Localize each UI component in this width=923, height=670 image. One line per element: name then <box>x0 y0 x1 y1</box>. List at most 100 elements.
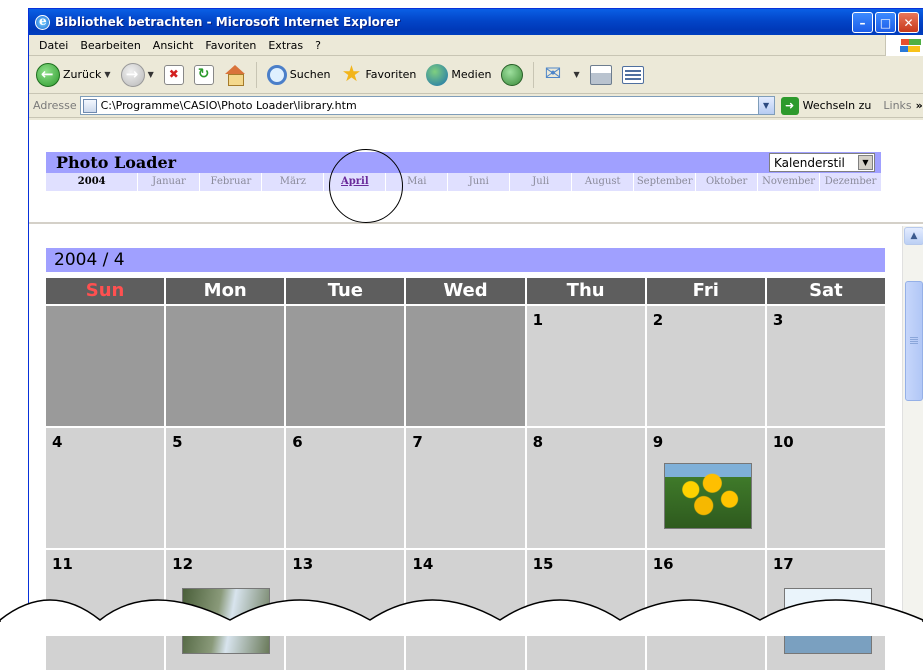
mail-icon <box>544 61 570 85</box>
weekday-sat: Sat <box>766 278 885 304</box>
links-toolbar[interactable]: Links <box>883 99 911 112</box>
day-cell-1[interactable]: 1 <box>526 306 645 426</box>
weekday-thu: Thu <box>526 278 645 304</box>
day-number: 14 <box>412 555 434 573</box>
windows-flag-icon <box>885 35 923 56</box>
menu-help[interactable]: ? <box>309 39 327 52</box>
month-link-september[interactable]: September <box>634 173 697 191</box>
toolbar: Zurück ▼ ▼ Suchen ★ Favoriten Medien ▼ <box>29 56 923 94</box>
scroll-thumb[interactable] <box>905 281 923 401</box>
day-number: 17 <box>772 555 794 573</box>
back-label: Zurück <box>63 68 102 81</box>
search-button[interactable]: Suchen <box>264 64 334 85</box>
day-cell-3[interactable]: 3 <box>766 306 885 426</box>
day-cell-2[interactable]: 2 <box>646 306 765 426</box>
day-number: 15 <box>532 555 554 573</box>
menu-extras[interactable]: Extras <box>262 39 309 52</box>
day-number: 2 <box>652 311 664 329</box>
day-number: 4 <box>52 433 63 451</box>
view-style-select[interactable]: Kalenderstil ▼ <box>769 153 875 172</box>
day-cell-4[interactable]: 4 <box>46 428 165 548</box>
go-label: Wechseln zu <box>802 99 872 112</box>
address-input[interactable]: C:\Programme\CASIO\Photo Loader\library.… <box>79 96 775 115</box>
links-more-icon[interactable]: » <box>916 99 923 112</box>
title-bar[interactable]: Bibliothek betrachten - Microsoft Intern… <box>29 9 923 35</box>
month-link-juni[interactable]: Juni <box>448 173 511 191</box>
day-cell-8[interactable]: 8 <box>526 428 645 548</box>
toolbar-separator <box>255 61 257 88</box>
scroll-up-icon[interactable]: ▲ <box>904 227 923 245</box>
forward-arrow-icon <box>120 62 145 87</box>
month-link-november[interactable]: November <box>758 173 821 191</box>
window-controls: – □ ✕ <box>852 12 919 33</box>
media-icon <box>426 63 449 86</box>
home-button[interactable] <box>221 64 249 86</box>
minimize-button[interactable]: – <box>852 12 873 33</box>
menu-datei[interactable]: Datei <box>33 39 74 52</box>
weekday-wed: Wed <box>406 278 525 304</box>
media-label: Medien <box>451 68 492 81</box>
day-cell-empty <box>406 306 525 426</box>
header-frame: Photo Loader Kalenderstil ▼ 2004 Januar … <box>29 120 923 224</box>
day-cell-7[interactable]: 7 <box>406 428 525 548</box>
menu-bar: Datei Bearbeiten Ansicht Favoriten Extra… <box>29 35 923 56</box>
day-cell-empty <box>166 306 285 426</box>
edit-button[interactable] <box>619 65 647 84</box>
chevron-down-icon[interactable]: ▼ <box>858 155 873 170</box>
day-number: 3 <box>772 311 784 329</box>
address-dropdown-icon[interactable]: ▼ <box>757 97 774 114</box>
forward-dropdown-icon[interactable]: ▼ <box>148 70 154 79</box>
app-title: Photo Loader <box>56 153 177 172</box>
address-value: C:\Programme\CASIO\Photo Loader\library.… <box>100 99 357 112</box>
day-number: 11 <box>52 555 73 573</box>
search-label: Suchen <box>289 68 331 81</box>
menu-bearbeiten[interactable]: Bearbeiten <box>74 39 146 52</box>
ie-icon <box>35 14 50 30</box>
month-navigation: 2004 Januar Februar März April Mai Juni … <box>46 173 881 191</box>
vertical-scrollbar[interactable]: ▲ <box>902 226 923 635</box>
day-cell-6[interactable]: 6 <box>286 428 405 548</box>
stop-button[interactable] <box>161 64 187 85</box>
go-button[interactable]: ➜ Wechseln zu <box>780 96 872 115</box>
window-title: Bibliothek betrachten - Microsoft Intern… <box>55 15 400 29</box>
print-button[interactable] <box>587 64 615 85</box>
day-cell-10[interactable]: 10 <box>766 428 885 548</box>
year-label: 2004 <box>46 173 139 191</box>
month-link-februar[interactable]: Februar <box>200 173 263 191</box>
maximize-button[interactable]: □ <box>875 12 896 33</box>
menu-favoriten[interactable]: Favoriten <box>199 39 262 52</box>
day-cell-5[interactable]: 5 <box>166 428 285 548</box>
month-link-dezember[interactable]: Dezember <box>820 173 881 191</box>
day-cell-9[interactable]: 9 <box>646 428 765 548</box>
refresh-button[interactable] <box>191 64 217 85</box>
day-number: 16 <box>652 555 674 573</box>
history-button[interactable] <box>498 63 526 86</box>
menu-ansicht[interactable]: Ansicht <box>147 39 200 52</box>
favorites-button[interactable]: ★ Favoriten <box>337 63 419 86</box>
month-link-juli[interactable]: Juli <box>510 173 573 191</box>
weekday-sun: Sun <box>46 278 165 304</box>
day-number: 13 <box>292 555 314 573</box>
month-link-august[interactable]: August <box>572 173 635 191</box>
day-number: 7 <box>412 433 423 451</box>
photo-loader-bar: Photo Loader Kalenderstil ▼ <box>46 152 881 173</box>
month-link-maerz[interactable]: März <box>262 173 325 191</box>
mail-button[interactable]: ▼ <box>541 61 582 85</box>
day-number: 9 <box>652 433 664 451</box>
month-link-januar[interactable]: Januar <box>138 173 201 191</box>
day-cell-empty <box>46 306 165 426</box>
photo-thumbnail-flowers[interactable] <box>663 463 752 529</box>
history-icon <box>501 63 524 86</box>
page-icon <box>82 98 97 113</box>
media-button[interactable]: Medien <box>423 63 494 86</box>
day-number: 5 <box>172 433 183 451</box>
address-label: Adresse <box>33 99 77 112</box>
mail-dropdown-icon[interactable]: ▼ <box>573 70 579 79</box>
back-button[interactable]: Zurück ▼ <box>33 62 114 87</box>
printer-icon <box>589 64 612 85</box>
month-link-oktober[interactable]: Oktober <box>696 173 759 191</box>
forward-button[interactable]: ▼ <box>118 62 157 87</box>
back-dropdown-icon[interactable]: ▼ <box>104 70 110 79</box>
close-button[interactable]: ✕ <box>898 12 919 33</box>
calendar-heading: 2004 / 4 <box>46 248 885 272</box>
